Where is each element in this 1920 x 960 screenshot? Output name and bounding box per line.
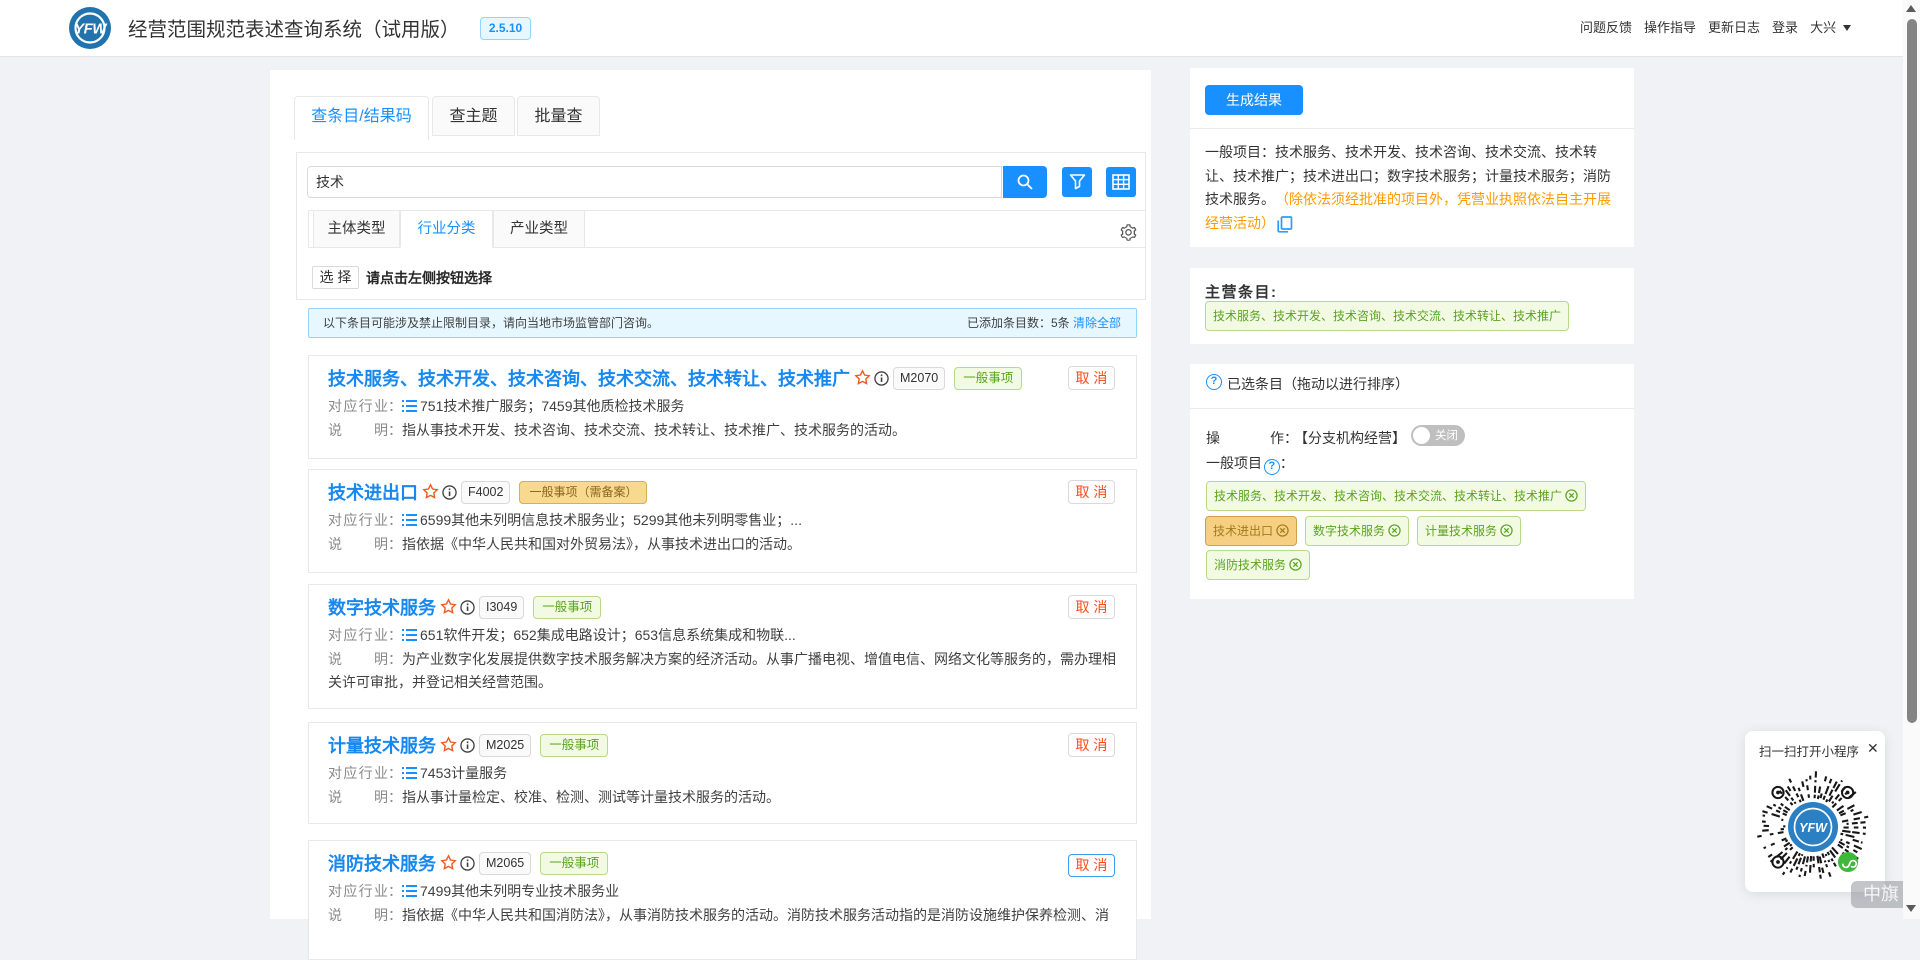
svg-text:YFW: YFW	[74, 21, 108, 38]
svg-text:YFW: YFW	[1799, 821, 1828, 835]
